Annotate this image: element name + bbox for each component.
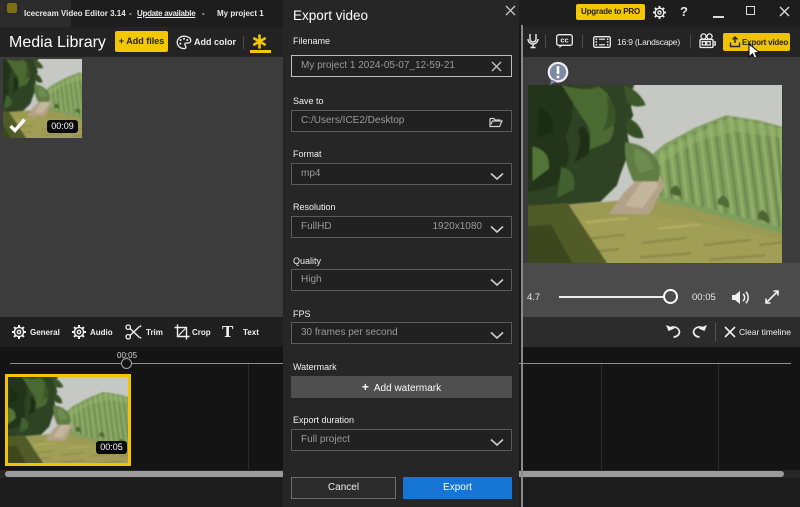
- svg-text:cc: cc: [560, 36, 568, 45]
